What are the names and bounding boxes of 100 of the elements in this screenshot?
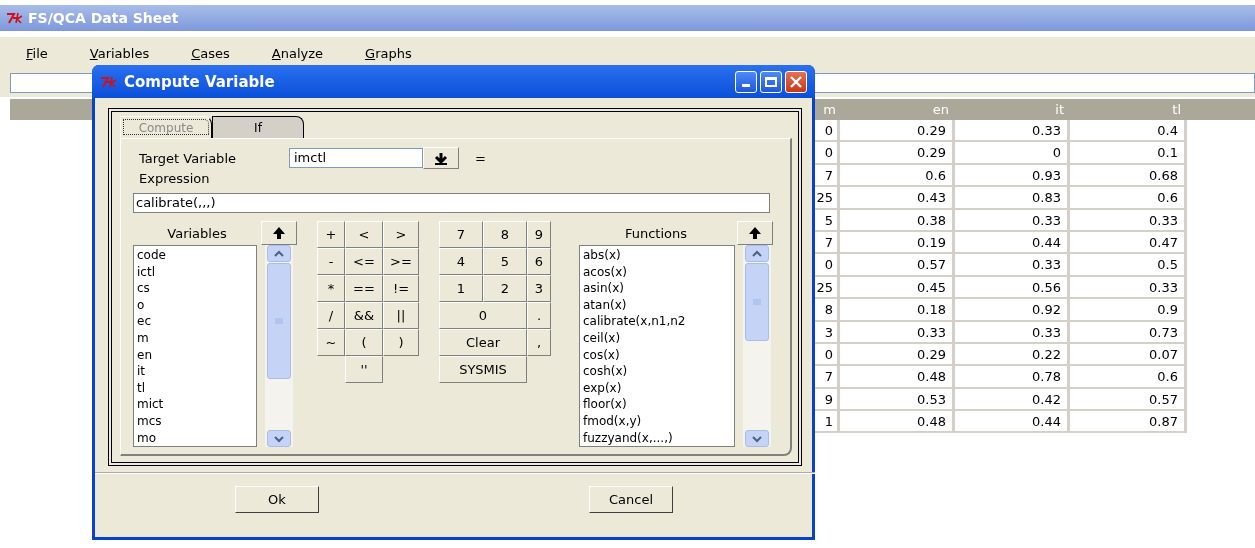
- operator-key[interactable]: &&: [345, 302, 383, 329]
- function-item[interactable]: cos(x): [583, 346, 731, 364]
- operator-key[interactable]: ==: [345, 275, 383, 302]
- keypad-key[interactable]: 3: [527, 275, 551, 302]
- keypad-key[interactable]: 2: [483, 275, 527, 302]
- up-arrow-icon: [272, 226, 286, 240]
- keypad-key[interactable]: 0: [439, 302, 527, 329]
- table-cell: 0.1: [1070, 142, 1187, 165]
- scrollbar[interactable]: [265, 245, 293, 447]
- operator-key[interactable]: <=: [345, 248, 383, 275]
- menu-item[interactable]: File: [26, 45, 48, 61]
- variable-item[interactable]: ec: [137, 313, 253, 330]
- scrollbar[interactable]: [743, 245, 771, 447]
- scroll-thumb[interactable]: [267, 263, 291, 379]
- table-cell: 0.47: [1070, 231, 1187, 255]
- operator-key[interactable]: >: [383, 221, 419, 248]
- table-cell: 0.93: [955, 164, 1070, 188]
- scroll-down-button[interactable]: [745, 430, 769, 447]
- variable-item[interactable]: mcs: [137, 412, 253, 430]
- keypad-key[interactable]: 7: [439, 221, 483, 248]
- minimize-button[interactable]: [735, 70, 757, 93]
- keypad-key[interactable]: .: [527, 302, 551, 329]
- variable-item[interactable]: m: [137, 329, 253, 347]
- variable-list[interactable]: code ictl cs o ec m en it tl mict mcs mo: [133, 245, 257, 447]
- table-cell: 0.33: [1070, 276, 1187, 300]
- menu-item[interactable]: Cases: [191, 45, 230, 61]
- table-cell: 0.18: [840, 299, 955, 322]
- function-item[interactable]: ceil(x): [583, 329, 731, 347]
- keypad-key[interactable]: 9: [527, 221, 551, 248]
- close-button[interactable]: [785, 70, 807, 93]
- operator-key[interactable]: (: [345, 329, 383, 356]
- function-item[interactable]: calibrate(x,n1,n2: [583, 313, 731, 330]
- tab[interactable]: If: [212, 116, 304, 138]
- variable-item[interactable]: o: [137, 296, 253, 314]
- keypad-key[interactable]: 8: [483, 221, 527, 248]
- variable-item[interactable]: ictl: [137, 263, 253, 281]
- target-variable-label: Target Variable: [139, 150, 237, 166]
- operator-key[interactable]: -: [317, 248, 345, 275]
- variable-item[interactable]: tl: [137, 379, 253, 397]
- dialog-button[interactable]: Cancel: [589, 486, 673, 513]
- operator-key[interactable]: +: [317, 221, 345, 248]
- function-item[interactable]: fuzzyand(x,...,): [583, 429, 731, 447]
- table-cell: 0.4: [1070, 120, 1187, 143]
- functions-label: Functions: [623, 225, 689, 241]
- scroll-up-button[interactable]: [267, 245, 291, 262]
- move-up-button[interactable]: [261, 221, 297, 245]
- menu-item[interactable]: Graphs: [365, 45, 412, 61]
- variable-item[interactable]: code: [137, 247, 253, 264]
- table-cell: 0.92: [955, 299, 1070, 322]
- close-icon: [789, 74, 803, 89]
- keypad-key[interactable]: 6: [527, 248, 551, 275]
- scroll-up-button[interactable]: [745, 245, 769, 262]
- function-item[interactable]: exp(x): [583, 379, 731, 397]
- variable-item[interactable]: mo: [137, 429, 253, 447]
- dialog-button[interactable]: Ok: [235, 486, 319, 513]
- function-item[interactable]: floor(x): [583, 396, 731, 413]
- table-cell: 0.87: [1070, 411, 1187, 434]
- operator-key[interactable]: ~: [317, 329, 345, 356]
- operator-key[interactable]: '': [345, 356, 383, 383]
- function-item[interactable]: cosh(x): [583, 363, 731, 380]
- function-item[interactable]: asin(x): [583, 280, 731, 297]
- table-cell: 0.57: [840, 254, 955, 277]
- operator-key[interactable]: >=: [383, 248, 419, 275]
- keypad-key[interactable]: 4: [439, 248, 483, 275]
- move-up-button[interactable]: [737, 221, 773, 245]
- expression-field[interactable]: calibrate(,,,): [133, 193, 770, 213]
- menu-item[interactable]: Analyze: [271, 45, 324, 61]
- menu-item[interactable]: Variables: [89, 45, 150, 61]
- table-cell: 0.9: [1070, 299, 1187, 322]
- keypad-key[interactable]: 5: [483, 248, 527, 275]
- operator-key[interactable]: !=: [383, 275, 419, 302]
- table-cell: 0.33: [955, 120, 1070, 143]
- table-cell: 0.38: [840, 209, 955, 232]
- keypad-key[interactable]: Clear: [439, 329, 527, 356]
- table-cell: 0.33: [955, 321, 1070, 344]
- function-item[interactable]: atan(x): [583, 296, 731, 314]
- dropdown-button[interactable]: [423, 147, 459, 169]
- scroll-thumb[interactable]: [745, 263, 769, 341]
- scroll-down-button[interactable]: [267, 430, 291, 447]
- operator-key[interactable]: ||: [383, 302, 419, 329]
- function-item[interactable]: fmod(x,y): [583, 412, 731, 430]
- operator-key[interactable]: ): [383, 329, 419, 356]
- function-item[interactable]: abs(x): [583, 247, 731, 264]
- function-item[interactable]: acos(x): [583, 263, 731, 281]
- maximize-button[interactable]: [760, 70, 782, 93]
- function-list[interactable]: abs(x) acos(x) asin(x) atan(x) calibrate(x,n1,n2 ceil(x) cos(x) cosh(x) exp(x) floor(x) fmod(x,y) fuzzyand(x,...,): [579, 245, 735, 447]
- table-cell: 0: [955, 142, 1070, 165]
- variable-item[interactable]: it: [137, 363, 253, 380]
- variable-item[interactable]: mict: [137, 396, 253, 413]
- table-cell: 0.42: [955, 388, 1070, 412]
- keypad-key[interactable]: SYSMIS: [439, 356, 527, 383]
- keypad-key[interactable]: ,: [527, 329, 551, 356]
- variables-label: Variables: [166, 225, 228, 241]
- operator-key[interactable]: /: [317, 302, 345, 329]
- operator-key[interactable]: <: [345, 221, 383, 248]
- target-variable-field[interactable]: imctl: [289, 148, 423, 168]
- variable-item[interactable]: cs: [137, 280, 253, 297]
- keypad-key[interactable]: 1: [439, 275, 483, 302]
- operator-key[interactable]: *: [317, 275, 345, 302]
- variable-item[interactable]: en: [137, 346, 253, 364]
